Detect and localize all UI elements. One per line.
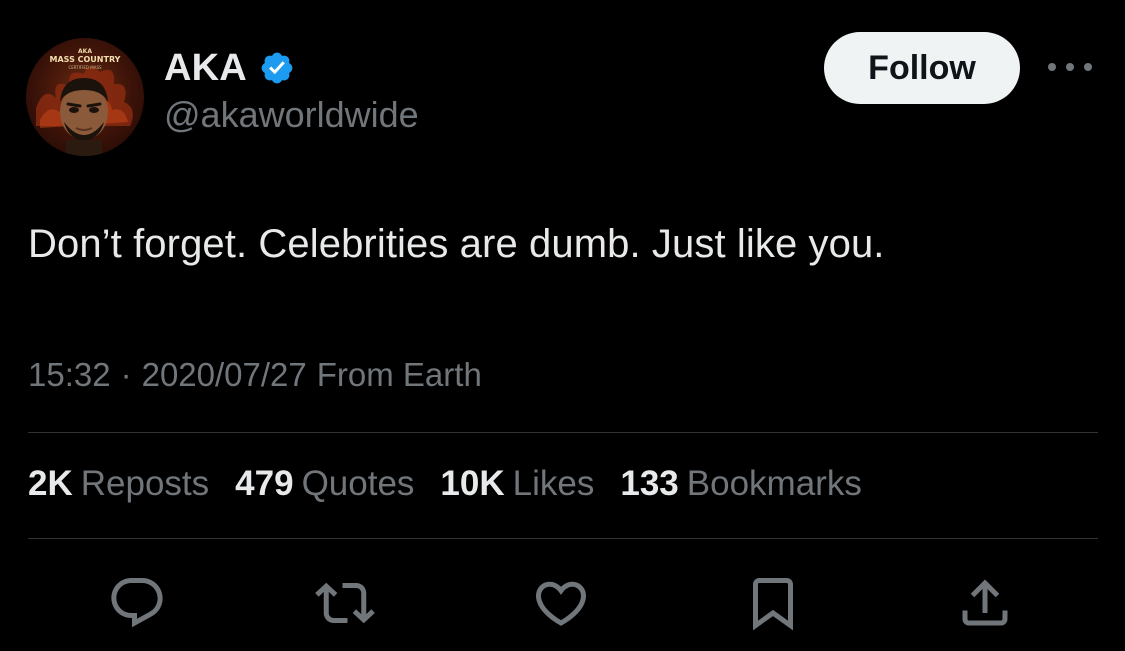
stat-quotes[interactable]: 479 Quotes bbox=[235, 464, 414, 504]
action-bar bbox=[0, 568, 1125, 638]
author-name-row[interactable]: AKA bbox=[164, 44, 295, 92]
bookmark-icon bbox=[753, 578, 793, 631]
avatar-artwork: AKA MASS COUNTRY CERTIFIED MASS bbox=[36, 48, 133, 156]
share-button[interactable] bbox=[950, 568, 1020, 638]
share-icon bbox=[962, 579, 1008, 626]
avatar-text-title: MASS COUNTRY bbox=[50, 55, 121, 64]
like-icon bbox=[535, 581, 587, 626]
author-handle[interactable]: @akaworldwide bbox=[164, 94, 419, 136]
verified-badge-icon bbox=[259, 50, 295, 86]
stat-count: 479 bbox=[235, 464, 294, 503]
author-avatar[interactable]: AKA MASS COUNTRY CERTIFIED MASS bbox=[26, 38, 144, 156]
repost-icon bbox=[315, 582, 375, 624]
stat-bookmarks[interactable]: 133 Bookmarks bbox=[620, 464, 861, 504]
tweet-card: AKA MASS COUNTRY CERTIFIED MASS AKA @aka… bbox=[0, 0, 1125, 651]
tweet-timestamp-row: 15:32 · 2020/07/27 From Earth bbox=[28, 356, 482, 394]
meta-separator: · bbox=[120, 356, 132, 393]
tweet-source: From Earth bbox=[316, 356, 482, 393]
stat-label: Likes bbox=[512, 464, 595, 503]
author-display-name[interactable]: AKA bbox=[164, 47, 247, 90]
avatar-text-subtitle: CERTIFIED MASS bbox=[68, 65, 102, 70]
more-options-button[interactable] bbox=[1046, 52, 1094, 82]
stat-likes[interactable]: 10K Likes bbox=[440, 464, 594, 504]
repost-button[interactable] bbox=[310, 568, 380, 638]
avatar-text-top: AKA bbox=[78, 48, 92, 55]
tweet-text: Don’t forget. Celebrities are dumb. Just… bbox=[28, 222, 885, 266]
tweet-date[interactable]: 2020/07/27 bbox=[142, 356, 307, 394]
stat-label: Reposts bbox=[80, 464, 210, 503]
stat-count: 2K bbox=[28, 464, 73, 503]
like-button[interactable] bbox=[526, 568, 596, 638]
reply-button[interactable] bbox=[102, 568, 172, 638]
tweet-time[interactable]: 15:32 bbox=[28, 356, 111, 394]
stat-reposts[interactable]: 2K Reposts bbox=[28, 464, 209, 504]
stat-count: 133 bbox=[620, 464, 679, 503]
bookmark-button[interactable] bbox=[738, 568, 808, 638]
stat-count: 10K bbox=[440, 464, 505, 503]
reply-icon bbox=[111, 578, 163, 628]
more-dots-icon bbox=[1048, 63, 1092, 71]
divider bbox=[28, 432, 1098, 433]
divider bbox=[28, 538, 1098, 539]
stat-label: Bookmarks bbox=[686, 464, 862, 503]
stat-label: Quotes bbox=[301, 464, 415, 503]
engagement-stats: 2K Reposts 479 Quotes 10K Likes 133 Bookmark… bbox=[28, 464, 862, 504]
follow-button[interactable]: Follow bbox=[824, 32, 1020, 104]
